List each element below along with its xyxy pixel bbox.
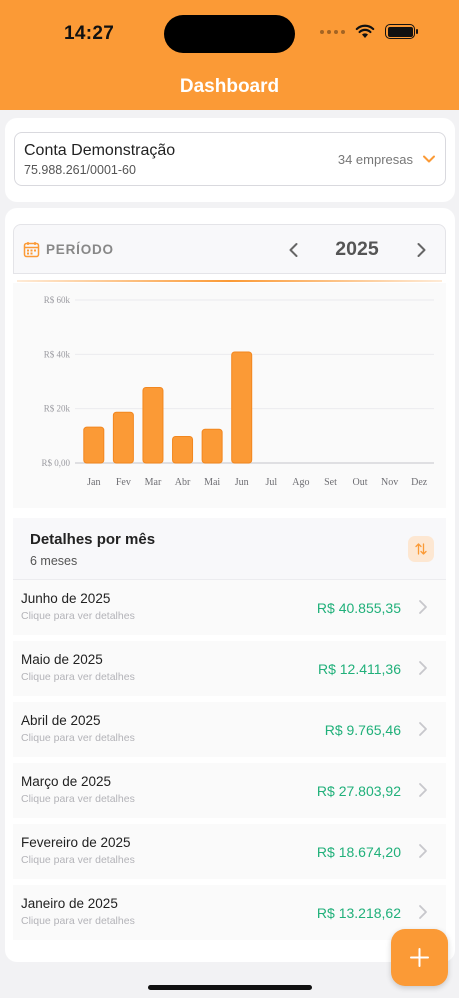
wifi-icon (355, 24, 375, 38)
month-value: R$ 12.411,36 (317, 661, 401, 677)
y-tick-label: R$ 20k (44, 404, 71, 414)
chevron-right-icon (419, 600, 427, 614)
month-value: R$ 13.218,62 (316, 905, 401, 921)
month-row-fevereiro[interactable]: Fevereiro de 2025 Clique para ver detalh… (13, 824, 446, 879)
chart-bar-jan[interactable] (83, 426, 105, 464)
x-tick-label: Mar (145, 477, 162, 488)
month-value: R$ 27.803,92 (316, 783, 401, 799)
chevron-right-icon (419, 783, 427, 797)
monthly-bar-chart: R$ 0,00 R$ 20k R$ 40k R$ 60k Jan Fev Mar Abr Mai… (13, 283, 446, 508)
y-tick-label: R$ 0,00 (41, 458, 70, 468)
companies-count: 34 empresas (337, 152, 413, 167)
chevron-right-icon (419, 722, 427, 736)
month-hint: Clique para ver detalhes (21, 610, 135, 622)
month-hint: Clique para ver detalhes (21, 793, 135, 805)
chart-bar-abr[interactable] (172, 435, 194, 464)
main-card: PERÍODO 2025 R$ 0,00 R$ 20k R$ 40k R$ 60k Ja… (5, 208, 455, 962)
sort-button[interactable] (408, 536, 434, 562)
month-name: Junho de 2025 (21, 591, 111, 606)
period-label: PERÍODO (46, 242, 114, 257)
chart-svg: R$ 0,00 R$ 20k R$ 40k R$ 60k Jan Fev Mar Abr Mai… (41, 295, 434, 488)
x-tick-label: Nov (381, 477, 398, 488)
month-name: Abril de 2025 (21, 713, 101, 728)
chevron-right-icon[interactable] (411, 240, 431, 260)
month-row-abril[interactable]: Abril de 2025 Clique para ver detalhes R… (13, 702, 446, 757)
month-value: R$ 9.765,46 (324, 722, 401, 738)
month-name: Janeiro de 2025 (21, 896, 118, 911)
page-title: Dashboard (179, 76, 280, 97)
details-title: Detalhes por mês (30, 531, 156, 548)
account-name: Conta Demonstração (24, 142, 176, 159)
chevron-right-icon (419, 905, 427, 919)
month-row-marco[interactable]: Março de 2025 Clique para ver detalhes R… (13, 763, 446, 818)
status-time: 14:27 (64, 23, 115, 44)
month-hint: Clique para ver detalhes (21, 854, 135, 866)
details-subtitle: 6 meses (30, 554, 78, 568)
month-name: Fevereiro de 2025 (21, 835, 131, 850)
x-tick-label: Out (353, 477, 368, 488)
month-value: R$ 40.855,35 (316, 600, 401, 616)
x-tick-label: Fev (116, 477, 131, 488)
chevron-right-icon (419, 844, 427, 858)
status-icons (320, 24, 418, 39)
month-hint: Clique para ver detalhes (21, 915, 135, 927)
x-tick-label: Abr (175, 477, 191, 488)
calendar-icon (23, 242, 40, 258)
year-value: 2025 (335, 238, 379, 260)
sort-icon (415, 543, 427, 555)
period-selector: PERÍODO 2025 (13, 224, 446, 274)
y-tick-label: R$ 60k (44, 295, 71, 305)
add-button[interactable] (391, 929, 448, 986)
x-tick-label: Jul (265, 477, 277, 488)
month-value: R$ 18.674,20 (316, 844, 401, 860)
month-list: Junho de 2025 Clique para ver detalhes R… (13, 580, 446, 946)
plus-icon (410, 948, 429, 967)
month-name: Maio de 2025 (21, 652, 103, 667)
x-tick-label: Set (324, 477, 337, 488)
signal-icon (320, 29, 345, 34)
chart-bar-mai[interactable] (201, 428, 223, 464)
dynamic-island (164, 15, 295, 53)
chart-bar-jun[interactable] (231, 351, 253, 464)
account-selector[interactable]: Conta Demonstração 75.988.261/0001-60 34… (14, 132, 446, 186)
account-card: Conta Demonstração 75.988.261/0001-60 34… (5, 118, 455, 202)
battery-icon (385, 24, 418, 39)
chart-bar-mar[interactable] (142, 386, 164, 464)
month-row-janeiro[interactable]: Janeiro de 2025 Clique para ver detalhes… (13, 885, 446, 940)
details-header: Detalhes por mês 6 meses (13, 518, 446, 580)
x-tick-label: Ago (292, 477, 309, 488)
home-indicator (148, 985, 312, 990)
account-document: 75.988.261/0001-60 (24, 163, 136, 177)
month-name: Março de 2025 (21, 774, 112, 789)
x-tick-label: Mai (204, 477, 220, 488)
chevron-down-icon[interactable] (421, 151, 437, 167)
y-tick-label: R$ 40k (44, 349, 71, 359)
month-hint: Clique para ver detalhes (21, 671, 135, 683)
x-tick-label: Jan (87, 477, 100, 488)
x-tick-label: Dez (411, 477, 428, 488)
period-accent-line (17, 280, 442, 282)
app-header: 14:27 Dashboard (0, 0, 459, 110)
month-hint: Clique para ver detalhes (21, 732, 135, 744)
month-row-junho[interactable]: Junho de 2025 Clique para ver detalhes R… (13, 580, 446, 635)
chart-bar-fev[interactable] (112, 411, 134, 464)
x-tick-label: Jun (235, 477, 249, 488)
month-row-maio[interactable]: Maio de 2025 Clique para ver detalhes R$… (13, 641, 446, 696)
chevron-left-icon[interactable] (284, 240, 304, 260)
chevron-right-icon (419, 661, 427, 675)
